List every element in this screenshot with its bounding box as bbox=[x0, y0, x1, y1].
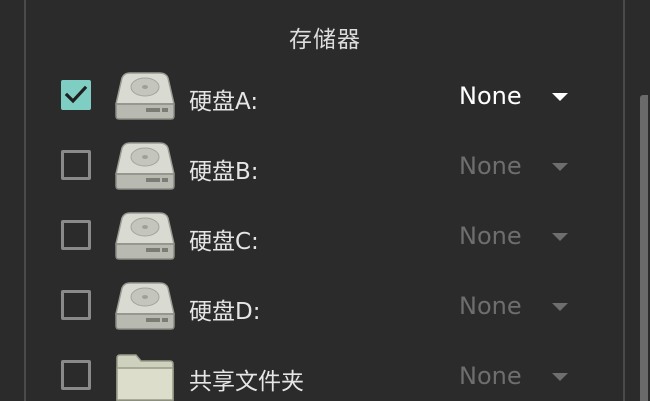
panel-border-right bbox=[623, 0, 625, 401]
storage-row-shared-folder: 共享文件夹 None bbox=[0, 340, 620, 401]
hard-drive-b-value[interactable]: None bbox=[459, 152, 522, 180]
chevron-down-icon[interactable] bbox=[552, 163, 568, 171]
checkmark-icon bbox=[64, 85, 88, 104]
hard-drive-b-label: 硬盘B: bbox=[189, 159, 259, 185]
shared-folder-checkbox[interactable] bbox=[61, 360, 91, 390]
chevron-down-icon[interactable] bbox=[552, 233, 568, 241]
folder-icon bbox=[116, 354, 174, 401]
section-title: 存储器 bbox=[289, 27, 361, 53]
hard-drive-a-label: 硬盘A: bbox=[189, 89, 259, 115]
hard-drive-icon bbox=[115, 212, 175, 260]
storage-row-hard-drive-d: 硬盘D: None bbox=[0, 270, 620, 340]
hard-drive-icon bbox=[115, 282, 175, 330]
storage-row-hard-drive-c: 硬盘C: None bbox=[0, 200, 620, 270]
shared-folder-label: 共享文件夹 bbox=[189, 369, 304, 395]
hard-drive-d-checkbox[interactable] bbox=[61, 290, 91, 320]
chevron-down-icon[interactable] bbox=[552, 93, 568, 101]
hard-drive-a-value[interactable]: None bbox=[459, 82, 522, 110]
storage-settings-panel: 存储器 硬盘A: None 硬盘B: None 硬盘C: None 硬盘D: N… bbox=[0, 0, 650, 401]
shared-folder-value[interactable]: None bbox=[459, 362, 522, 390]
chevron-down-icon[interactable] bbox=[552, 303, 568, 311]
hard-drive-b-checkbox[interactable] bbox=[61, 150, 91, 180]
chevron-down-icon[interactable] bbox=[552, 373, 568, 381]
hard-drive-c-label: 硬盘C: bbox=[189, 229, 259, 255]
scrollbar[interactable] bbox=[640, 95, 648, 401]
hard-drive-d-value[interactable]: None bbox=[459, 292, 522, 320]
hard-drive-d-label: 硬盘D: bbox=[189, 299, 261, 325]
hard-drive-a-checkbox[interactable] bbox=[61, 80, 91, 110]
storage-row-hard-drive-b: 硬盘B: None bbox=[0, 130, 620, 200]
hard-drive-c-value[interactable]: None bbox=[459, 222, 522, 250]
hard-drive-c-checkbox[interactable] bbox=[61, 220, 91, 250]
storage-row-hard-drive-a: 硬盘A: None bbox=[0, 60, 620, 130]
hard-drive-icon bbox=[115, 142, 175, 190]
hard-drive-icon bbox=[115, 72, 175, 120]
